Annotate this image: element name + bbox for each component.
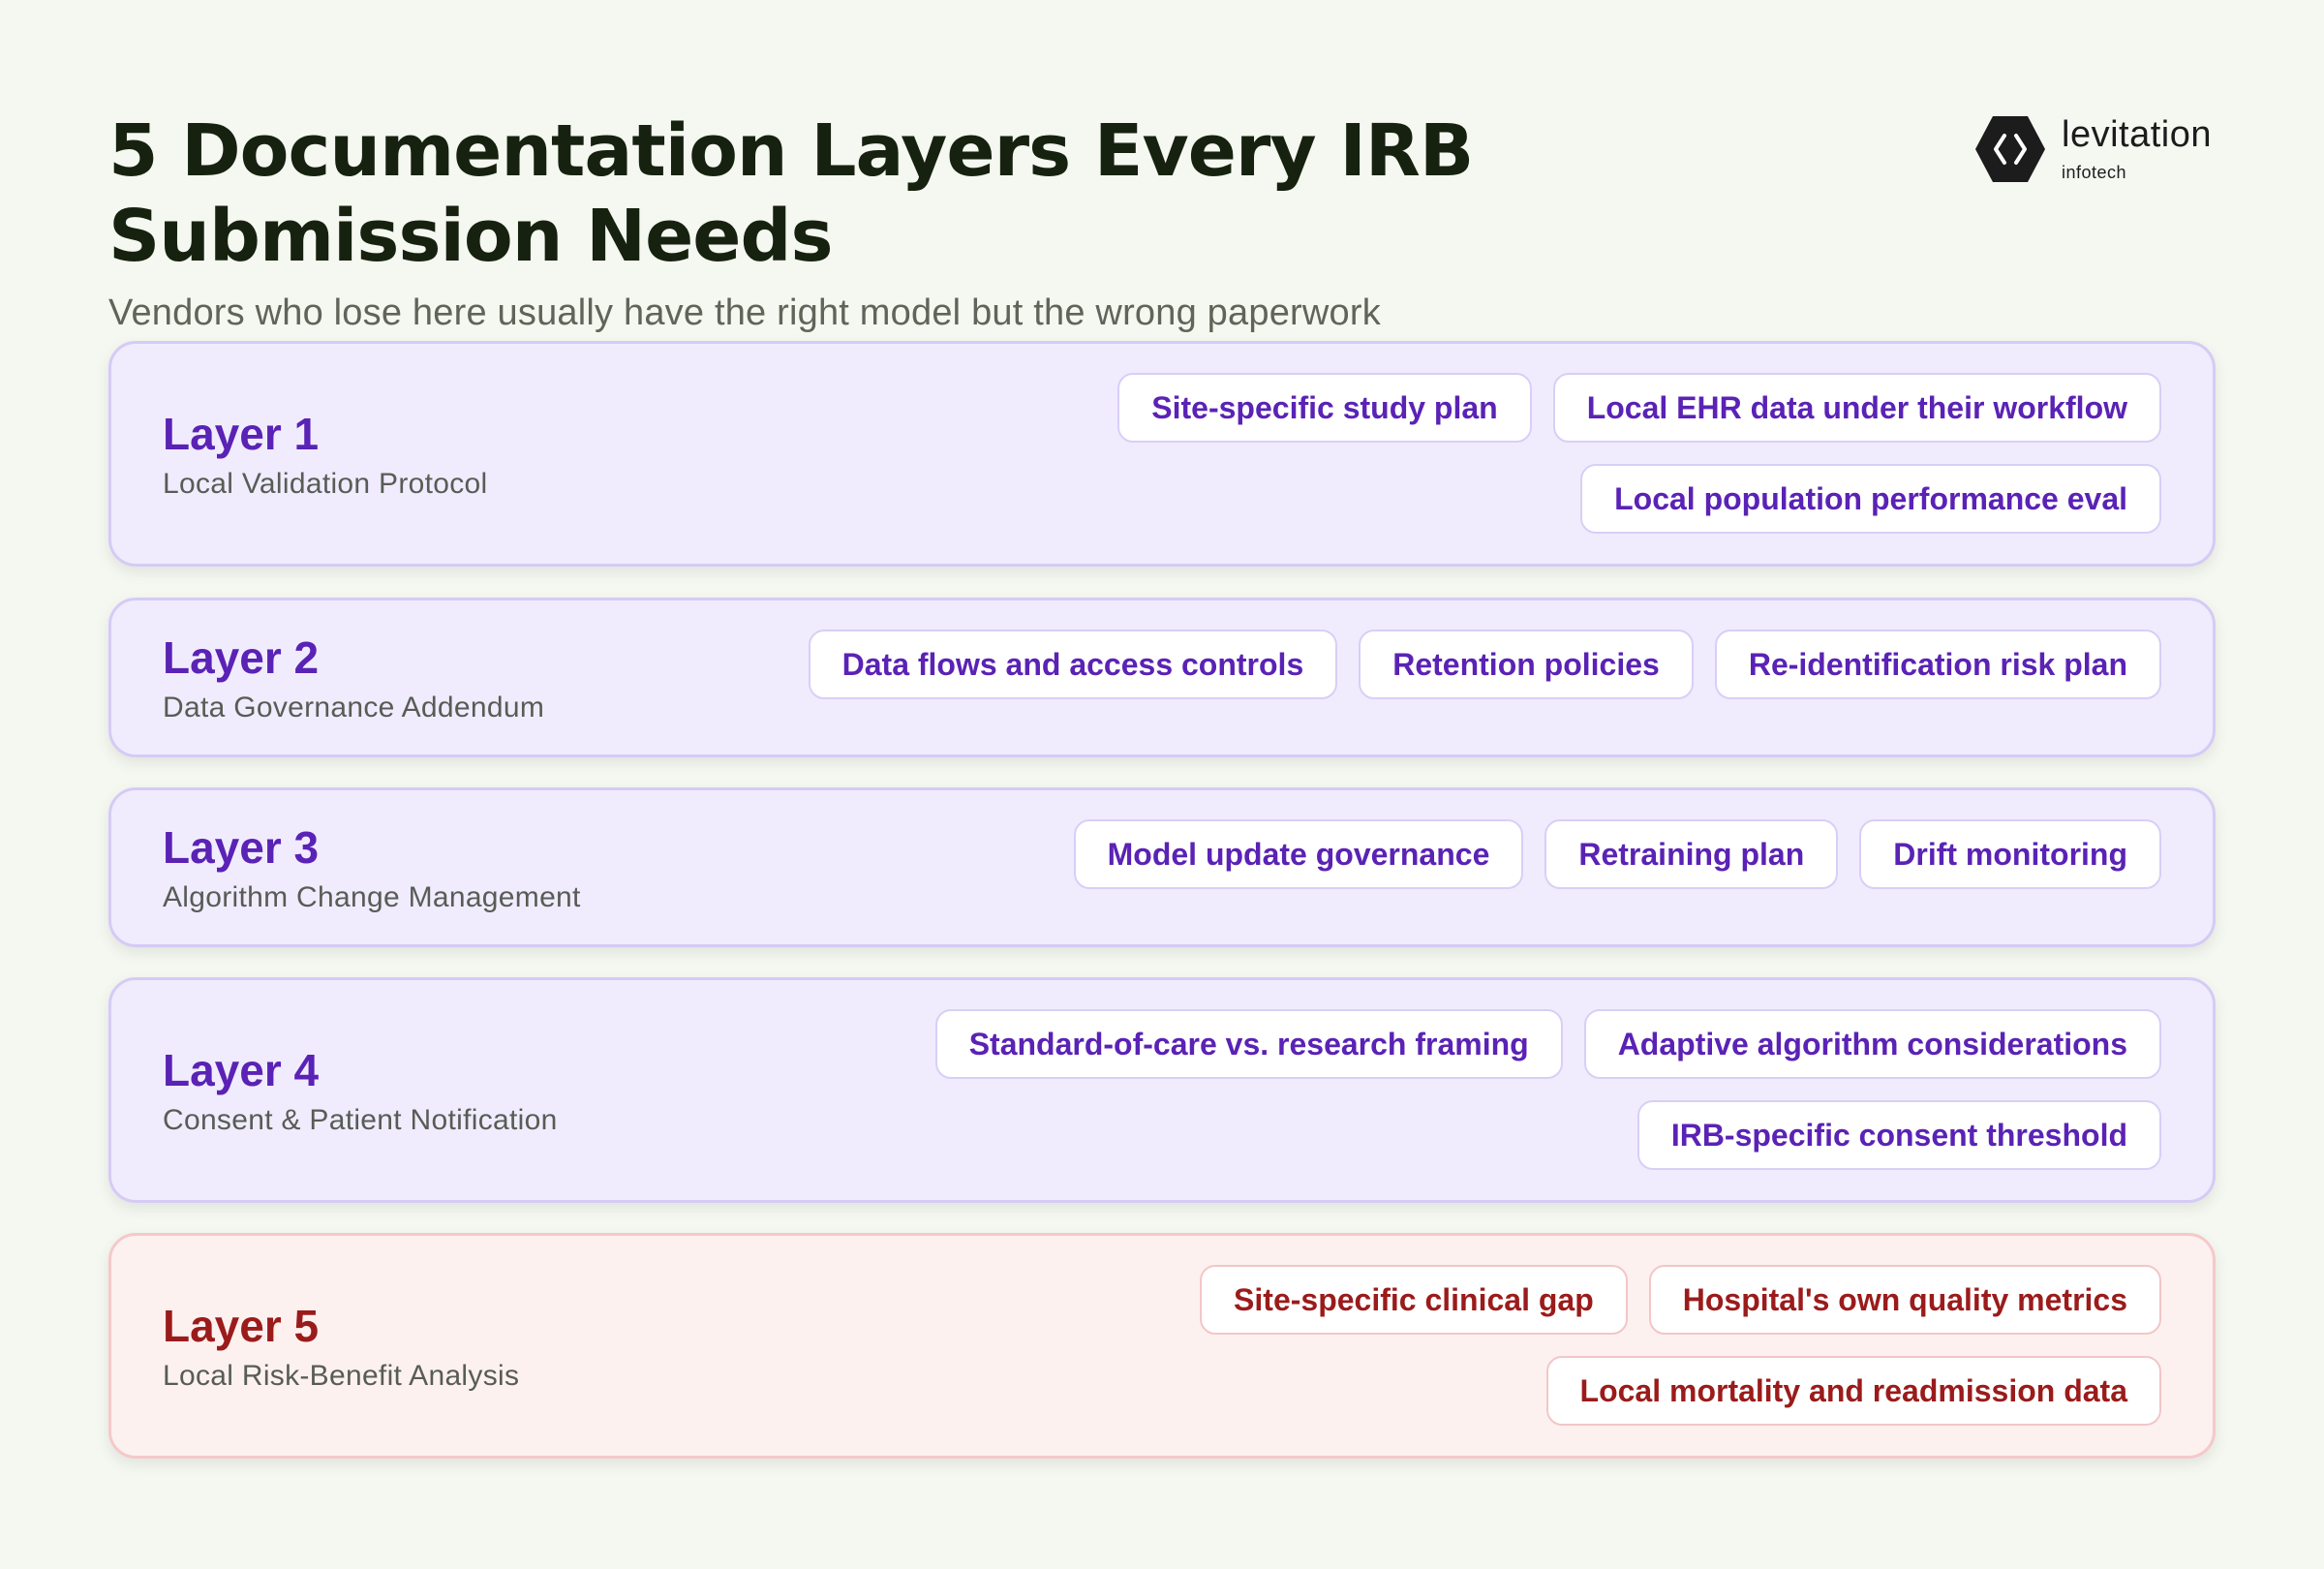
chip-row: Model update governance Retraining plan … (1073, 819, 2161, 889)
requirement-chip: Site-specific study plan (1117, 373, 1532, 443)
requirement-chip: Local mortality and readmission data (1545, 1356, 2161, 1426)
layer-card-1: Layer 1 Local Validation Protocol Site-s… (108, 341, 2216, 567)
layer-title: Layer 4 (163, 1045, 320, 1095)
requirement-chip: Hospital's own quality metrics (1648, 1265, 2161, 1335)
layer-description: Consent & Patient Notification (163, 1104, 558, 1136)
requirement-chip: Drift monitoring (1859, 819, 2161, 889)
layer-card-5: Layer 5 Local Risk-Benefit Analysis Site… (108, 1233, 2216, 1459)
layer-title: Layer 1 (163, 409, 320, 459)
layer-heading: Layer 3 Algorithm Change Management (163, 821, 581, 914)
layer-heading: Layer 2 Data Governance Addendum (163, 631, 544, 724)
layer-description: Data Governance Addendum (163, 692, 545, 723)
chip-row: Local mortality and readmission data (1545, 1356, 2161, 1426)
layer-chip-group: Standard-of-care vs. research framing Ad… (748, 1009, 2161, 1170)
requirement-chip: Local EHR data under their workflow (1552, 373, 2161, 443)
chip-row: IRB-specific consent threshold (1636, 1100, 2161, 1170)
page-subtitle: Vendors who lose here usually have the r… (108, 292, 1381, 333)
layer-card-4: Layer 4 Consent & Patient Notification S… (108, 977, 2216, 1203)
chip-row: Standard-of-care vs. research framing Ad… (934, 1009, 2161, 1079)
infographic-page: 5 Documentation Layers Every IRB Submiss… (0, 0, 2324, 1569)
chip-row: Site-specific study plan Local EHR data … (1117, 373, 2161, 443)
requirement-chip: Adaptive algorithm considerations (1583, 1009, 2161, 1079)
layer-heading: Layer 1 Local Validation Protocol (163, 408, 487, 501)
layer-description: Local Validation Protocol (163, 468, 488, 500)
requirement-chip: Retention policies (1359, 630, 1694, 699)
requirement-chip: Data flows and access controls (808, 630, 1338, 699)
layer-title: Layer 3 (163, 822, 320, 873)
layer-heading: Layer 4 Consent & Patient Notification (163, 1044, 558, 1137)
layer-card-2: Layer 2 Data Governance Addendum Data fl… (108, 598, 2216, 757)
layer-chip-group: Site-specific study plan Local EHR data … (748, 373, 2161, 534)
requirement-chip: Model update governance (1073, 819, 1524, 889)
brand-subname: infotech (2062, 163, 2127, 182)
requirement-chip: IRB-specific consent threshold (1636, 1100, 2161, 1170)
page-title: 5 Documentation Layers Every IRB Submiss… (108, 109, 1474, 278)
hexagon-code-icon (1975, 116, 2045, 182)
requirement-chip: Retraining plan (1544, 819, 1839, 889)
requirement-chip: Re-identification risk plan (1714, 630, 2161, 699)
requirement-chip: Site-specific clinical gap (1200, 1265, 1628, 1335)
chip-row: Local population performance eval (1580, 464, 2161, 534)
layer-description: Local Risk-Benefit Analysis (163, 1360, 520, 1392)
layer-chip-group: Data flows and access controls Retention… (748, 630, 2161, 699)
layer-title: Layer 5 (163, 1301, 320, 1351)
layer-description: Algorithm Change Management (163, 881, 581, 913)
layer-chip-group: Site-specific clinical gap Hospital's ow… (748, 1265, 2161, 1426)
layer-title: Layer 2 (163, 632, 320, 683)
brand-logo: levitation infotech (1975, 112, 2227, 190)
chip-row: Site-specific clinical gap Hospital's ow… (1200, 1265, 2161, 1335)
layer-card-3: Layer 3 Algorithm Change Management Mode… (108, 787, 2216, 947)
requirement-chip: Local population performance eval (1580, 464, 2161, 534)
requirement-chip: Standard-of-care vs. research framing (934, 1009, 1563, 1079)
layer-chip-group: Model update governance Retraining plan … (748, 819, 2161, 889)
brand-name: levitation (2062, 114, 2212, 155)
chip-row: Data flows and access controls Retention… (808, 630, 2161, 699)
layer-heading: Layer 5 Local Risk-Benefit Analysis (163, 1300, 519, 1393)
